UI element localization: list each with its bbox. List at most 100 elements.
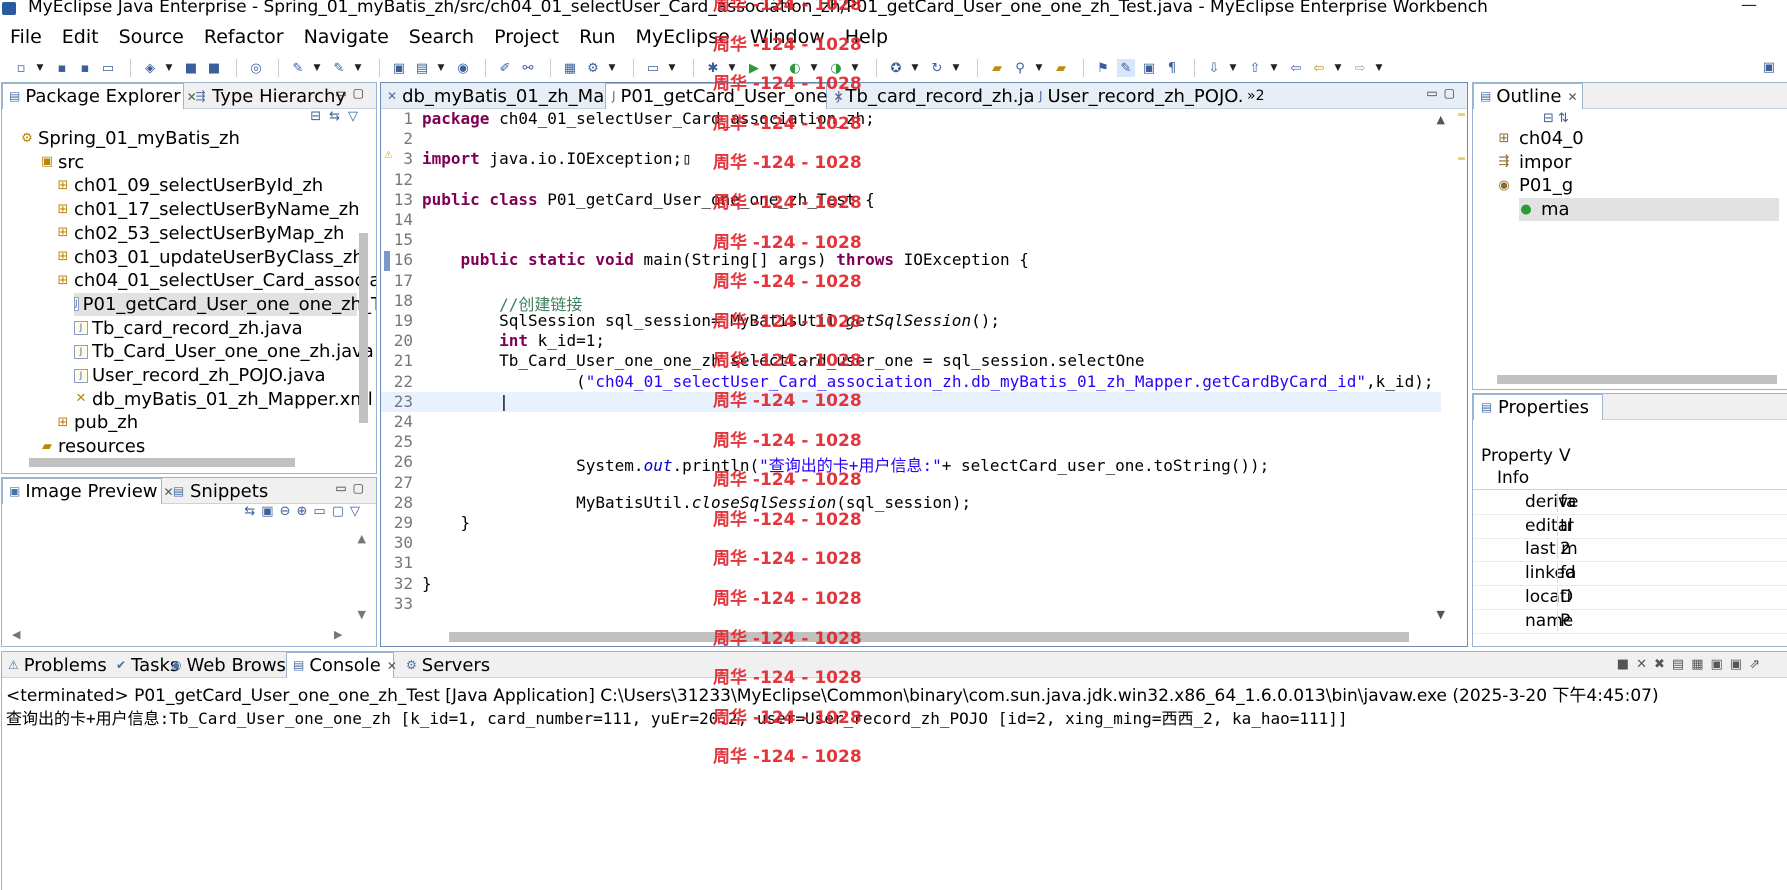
table-icon[interactable]: ▦ xyxy=(561,59,579,77)
link-with-editor-icon[interactable]: ⇆ xyxy=(329,109,348,124)
new-project-icon[interactable]: ◈ xyxy=(141,59,159,77)
editor-window-controls[interactable]: ▭▢ xyxy=(1426,86,1461,100)
back-icon[interactable]: ⇦ xyxy=(1310,59,1328,77)
code-line[interactable]: 17 xyxy=(381,271,1441,291)
tree-item[interactable]: JP01_getCard_User_one_one_zh_Test.java xyxy=(74,292,376,316)
report-icon[interactable]: ▤ xyxy=(413,59,431,77)
open-resource-icon[interactable]: ■ xyxy=(205,59,223,77)
code-line[interactable]: 33 xyxy=(381,594,1441,614)
terminal-dropdown-icon[interactable]: ▼ xyxy=(667,59,677,77)
code-line[interactable]: 21 Tb_Card_User_one_one_zh selectCard_us… xyxy=(381,351,1441,371)
code-line[interactable]: 24 xyxy=(381,412,1441,432)
open-folder-icon[interactable]: ▰ xyxy=(988,59,1006,77)
pin-console-icon[interactable]: ▣ xyxy=(1711,657,1730,672)
property-row[interactable]: name P xyxy=(1473,610,1787,634)
tab-servers[interactable]: ⚙ Servers xyxy=(400,652,490,678)
tree-item[interactable]: ⊞ ch03_01_updateUserByClass_zh xyxy=(56,246,364,269)
forward-icon[interactable]: ⇨ xyxy=(1351,59,1369,77)
web-services-icon[interactable]: ◎ xyxy=(247,59,265,77)
code-line[interactable]: 25 xyxy=(381,432,1441,452)
open-perspective-icon[interactable]: ▣ xyxy=(1763,60,1775,75)
code-line[interactable]: 14 xyxy=(381,210,1441,230)
tree-item[interactable]: ⊞ ch01_17_selectUserByName_zh xyxy=(56,198,360,221)
package-explorer-horizontal-scrollbar[interactable] xyxy=(29,458,295,467)
property-row[interactable]: derive fa xyxy=(1473,492,1787,515)
scroll-up-icon[interactable]: ▲ xyxy=(358,532,366,545)
search-icon[interactable]: ⚲ xyxy=(1011,59,1029,77)
display-console-icon[interactable]: ▣ xyxy=(1730,657,1749,672)
print-icon[interactable]: ▭ xyxy=(99,59,117,77)
code-line[interactable]: 26 System.out.println("查询出的卡+用户信息:"+ sel… xyxy=(381,452,1441,475)
code-line[interactable]: 13 public class P01_getCard_User_one_one_… xyxy=(381,190,1441,210)
code-line[interactable]: 23 | xyxy=(381,391,1441,412)
code-area[interactable]: 1 package ch04_01_selectUser_Card_associa… xyxy=(381,109,1451,626)
tab-overflow[interactable]: »2 xyxy=(1241,83,1270,109)
property-row[interactable]: linked fa xyxy=(1473,563,1787,587)
link-icon[interactable]: ⚯ xyxy=(519,59,537,77)
show-whitespace-icon[interactable]: ¶ xyxy=(1163,59,1181,77)
tab-properties[interactable]: ▤ Properties xyxy=(1473,394,1603,420)
toggle-mark-icon[interactable]: ⚑ xyxy=(1094,59,1112,77)
tab-type-hierarchy[interactable]: ⇶ Type Hierarchy xyxy=(188,83,352,109)
tree-item[interactable]: ⊞ ch04_01_selectUser_Card_association_zh xyxy=(56,269,376,292)
wizard-icon[interactable]: ⚙ xyxy=(584,59,602,77)
tab-problems[interactable]: ⚠ Problems xyxy=(2,652,107,678)
tree-item[interactable]: ⊞ ch02_53_selectUserByMap_zh xyxy=(56,222,345,245)
code-line[interactable]: 19 SqlSession sql_session= MyBatisUtil.g… xyxy=(381,311,1441,331)
value-column-header[interactable]: V xyxy=(1559,446,1571,466)
outline-item[interactable]: ⊞ ch04_0 xyxy=(1497,127,1584,150)
block-selection-icon[interactable]: ▣ xyxy=(1140,59,1158,77)
search-dropdown-icon[interactable]: ▼ xyxy=(1034,59,1044,77)
next-annotation-icon[interactable]: ⇩ xyxy=(1205,59,1223,77)
tree-item[interactable]: J Tb_Card_User_one_one_zh.java xyxy=(74,340,374,363)
open-console-icon[interactable]: ⇗ xyxy=(1749,657,1767,672)
code-line[interactable]: 30 xyxy=(381,533,1441,553)
code-line[interactable]: 16 public static void main(String[] args… xyxy=(381,250,1441,270)
tree-item[interactable]: ✕ db_myBatis_01_zh_Mapper.xml xyxy=(74,388,373,411)
deploy-icon[interactable]: ✎ xyxy=(289,59,307,77)
tab-mapper-xml[interactable]: ✕ db_myBatis_01_zh_Map xyxy=(381,83,616,109)
save-icon[interactable]: ▪ xyxy=(53,59,71,77)
tree-item[interactable]: ▰ resources xyxy=(40,435,145,458)
clear-console-icon[interactable]: ▤ xyxy=(1672,657,1691,672)
edit-icon[interactable]: ✐ xyxy=(496,59,514,77)
code-line[interactable]: 29 } xyxy=(381,513,1441,533)
menu-project[interactable]: Project xyxy=(494,26,559,48)
tree-item[interactable]: ⊞ ch01_09_selectUserById_zh xyxy=(56,174,324,197)
close-icon[interactable]: ✕ xyxy=(387,659,397,673)
outline-item[interactable]: ◉ P01_g xyxy=(1497,174,1573,197)
code-line[interactable]: 15 xyxy=(381,230,1441,250)
menu-file[interactable]: File xyxy=(10,26,42,48)
tab-console[interactable]: ▤ Console ✕ xyxy=(286,652,397,678)
open-task-icon[interactable]: ▰ xyxy=(1052,59,1070,77)
info-category[interactable]: Info xyxy=(1497,468,1529,488)
refresh-icon[interactable]: ↻ xyxy=(928,59,946,77)
code-line[interactable]: 12 xyxy=(381,170,1441,190)
collapse-all-icon[interactable]: ⊟ xyxy=(310,109,329,124)
tab-user-record-pojo[interactable]: J User_record_zh_POJO. xyxy=(1033,83,1243,109)
deploy-dropdown-icon[interactable]: ▼ xyxy=(312,59,322,77)
wizard-dropdown-icon[interactable]: ▼ xyxy=(607,59,617,77)
scroll-up-icon[interactable]: ▲ xyxy=(1437,113,1445,126)
tab-tasks[interactable]: ✔ Tasks xyxy=(110,652,179,678)
scroll-left-icon[interactable]: ◀ xyxy=(12,628,20,641)
tree-item[interactable]: ⚙ Spring_01_myBatis_zh xyxy=(20,127,240,150)
terminate-icon[interactable]: ■ xyxy=(1617,657,1636,672)
previous-annotation-icon[interactable]: ⇧ xyxy=(1246,59,1264,77)
property-row[interactable]: last m2 xyxy=(1473,539,1787,563)
editor-horizontal-scrollbar[interactable] xyxy=(449,632,1409,642)
last-edit-icon[interactable]: ⇦ xyxy=(1287,59,1305,77)
tree-item[interactable]: ⊞ pub_zh xyxy=(56,411,139,434)
launch-icon[interactable]: ▣ xyxy=(390,59,408,77)
package-explorer-vertical-scrollbar[interactable] xyxy=(359,233,368,423)
scroll-right-icon[interactable]: ▶ xyxy=(334,628,342,641)
tab-snippets[interactable]: ▤ Snippets xyxy=(166,478,274,504)
zoom-out-icon[interactable]: ⊖ xyxy=(280,504,297,519)
new-icon[interactable]: ▫ xyxy=(12,59,30,77)
view-menu-icon[interactable]: ▽ xyxy=(350,504,366,519)
save-all-icon[interactable]: ▪ xyxy=(76,59,94,77)
outline-item[interactable]: ● ma xyxy=(1519,198,1779,222)
back-dropdown-icon[interactable]: ▼ xyxy=(1333,59,1343,77)
open-type-icon[interactable]: ■ xyxy=(182,59,200,77)
report-dropdown-icon[interactable]: ▼ xyxy=(436,59,446,77)
